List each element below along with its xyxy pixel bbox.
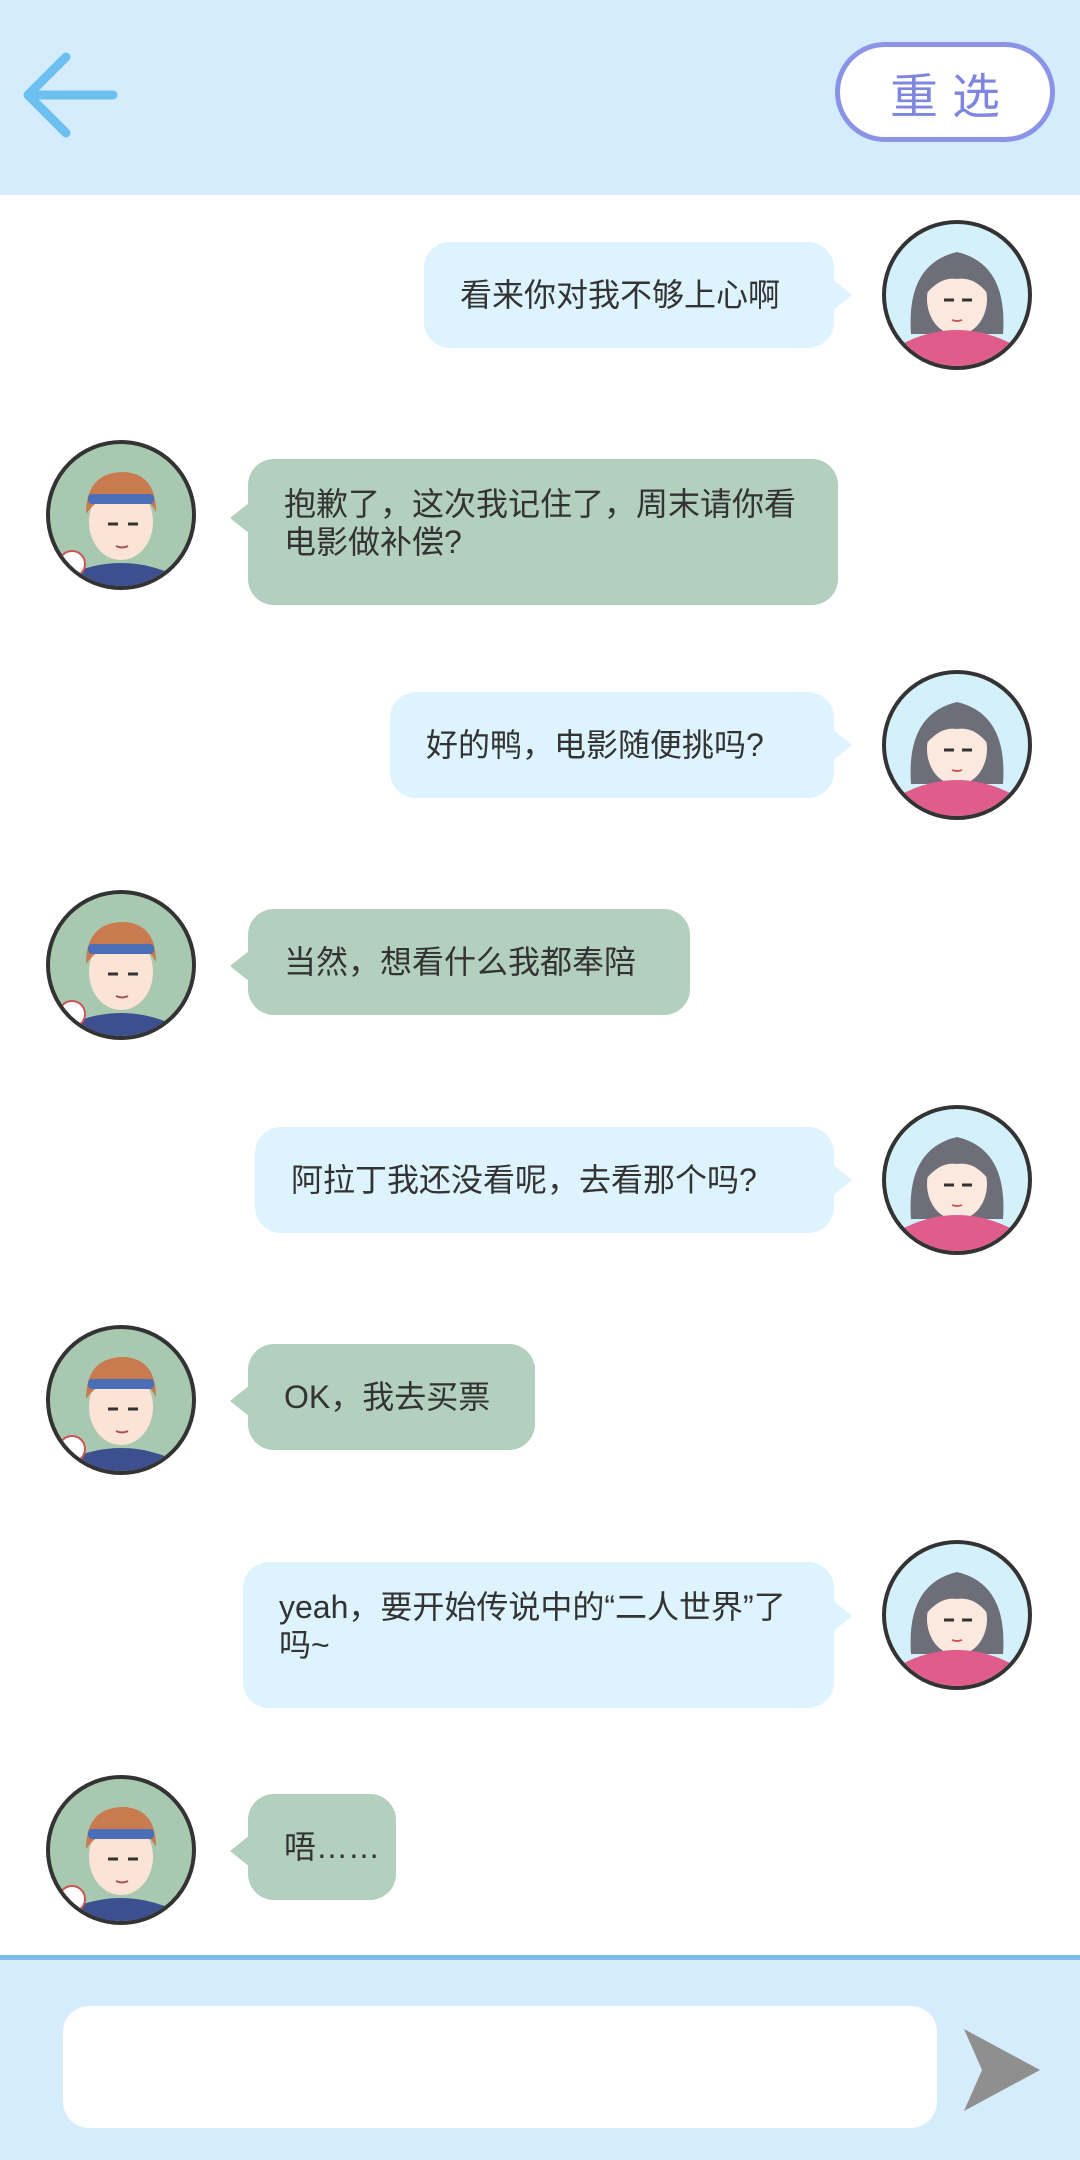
message-text: 好的鸭，电影随便挑吗? — [426, 727, 764, 763]
avatar-girl[interactable] — [882, 1105, 1032, 1255]
girl-avatar-icon — [898, 702, 1016, 816]
chat-bubble-girl: 好的鸭，电影随便挑吗? — [390, 692, 834, 798]
message-row-girl: 看来你对我不够上心啊 — [0, 220, 1080, 375]
boy-avatar-icon — [58, 922, 172, 1036]
bubble-tail — [230, 950, 250, 982]
message-row-girl: yeah，要开始传说中的“二人世界”了吗~ — [0, 1540, 1080, 1710]
bubble-tail — [832, 729, 852, 761]
avatar-boy[interactable] — [46, 440, 196, 590]
chat-bubble-boy: 唔…… — [248, 1794, 396, 1900]
message-row-girl: 阿拉丁我还没看呢，去看那个吗? — [0, 1105, 1080, 1260]
bubble-tail — [230, 502, 250, 534]
message-text: 抱歉了，这次我记住了，周末请你看电影做补偿? — [284, 486, 797, 560]
avatar-boy[interactable] — [46, 1775, 196, 1925]
message-text: OK，我去买票 — [284, 1379, 491, 1415]
girl-avatar-icon — [898, 1137, 1016, 1251]
message-input[interactable] — [63, 2006, 937, 2128]
chat-bubble-boy: 当然，想看什么我都奉陪 — [248, 909, 690, 1015]
bubble-tail — [832, 279, 852, 311]
bubble-tail — [832, 1164, 852, 1196]
avatar-boy[interactable] — [46, 1325, 196, 1475]
avatar-girl[interactable] — [882, 670, 1032, 820]
avatar-girl[interactable] — [882, 1540, 1032, 1690]
chat-bubble-girl: yeah，要开始传说中的“二人世界”了吗~ — [243, 1562, 834, 1708]
message-text: yeah，要开始传说中的“二人世界”了吗~ — [279, 1589, 786, 1663]
composer-bar — [0, 1955, 1080, 2160]
boy-avatar-icon — [58, 1357, 172, 1471]
bubble-tail — [230, 1385, 250, 1417]
boy-avatar-icon — [58, 1807, 172, 1921]
arrow-left-icon[interactable] — [18, 45, 123, 150]
message-text: 阿拉丁我还没看呢，去看那个吗? — [291, 1162, 757, 1198]
girl-avatar-icon — [898, 1572, 1016, 1686]
chat-bubble-girl: 阿拉丁我还没看呢，去看那个吗? — [255, 1127, 834, 1233]
avatar-boy[interactable] — [46, 890, 196, 1040]
girl-avatar-icon — [898, 252, 1016, 366]
top-bar: 重选 — [0, 0, 1080, 195]
bubble-tail — [230, 1835, 250, 1867]
message-text: 唔…… — [284, 1829, 381, 1865]
chat-bubble-girl: 看来你对我不够上心啊 — [424, 242, 834, 348]
message-text: 当然，想看什么我都奉陪 — [284, 944, 637, 980]
message-row-boy: 抱歉了，这次我记住了，周末请你看电影做补偿? — [0, 440, 1080, 605]
message-row-boy: OK，我去买票 — [0, 1325, 1080, 1480]
reselect-label: 重选 — [889, 69, 1014, 125]
boy-avatar-icon — [58, 472, 172, 586]
chat-bubble-boy: 抱歉了，这次我记住了，周末请你看电影做补偿? — [248, 459, 838, 605]
message-row-boy: 唔…… — [0, 1775, 1080, 1930]
reselect-button[interactable]: 重选 — [835, 42, 1055, 142]
message-row-girl: 好的鸭，电影随便挑吗? — [0, 670, 1080, 825]
message-row-boy: 当然，想看什么我都奉陪 — [0, 890, 1080, 1045]
send-arrow-icon[interactable] — [960, 2025, 1042, 2115]
message-text: 看来你对我不够上心啊 — [460, 277, 781, 313]
chat-bubble-boy: OK，我去买票 — [248, 1344, 535, 1450]
avatar-girl[interactable] — [882, 220, 1032, 370]
bubble-tail — [832, 1600, 852, 1632]
chat-area[interactable]: 看来你对我不够上心啊 抱歉了，这次我记住了，周末请你看电影做补偿? 好的鸭，电影… — [0, 195, 1080, 1955]
